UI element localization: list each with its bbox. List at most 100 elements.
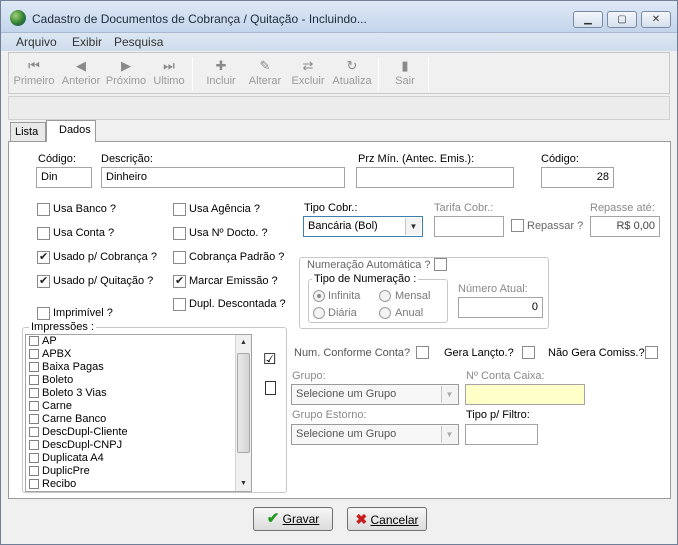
main-window: Cadastro de Documentos de Cobrança / Qui… <box>0 0 678 545</box>
refresh-icon: ↻ <box>346 58 358 73</box>
impressao-checkbox[interactable] <box>29 362 39 372</box>
impressao-checkbox[interactable] <box>29 453 39 463</box>
edit-document-icon: ✎ <box>259 58 271 73</box>
impressao-list-item[interactable]: Duplicata A4 <box>26 452 251 465</box>
impressao-list-item[interactable]: Carne <box>26 400 251 413</box>
imprimivel-checkbox[interactable] <box>37 307 50 320</box>
diaria-radio[interactable] <box>313 307 325 319</box>
toolbar-separator <box>192 57 193 91</box>
close-button[interactable]: ✕ <box>641 11 671 28</box>
impressao-list-item[interactable]: AP <box>26 335 251 348</box>
tipo-numeracao-label: Tipo de Numeração : <box>312 273 419 285</box>
menu-exibir[interactable]: Exibir <box>72 35 102 49</box>
alterar-button[interactable]: ✎ Alterar <box>245 57 285 87</box>
check-all-icon[interactable]: ☑ <box>263 350 276 368</box>
prz-min-input[interactable] <box>356 167 514 188</box>
first-icon: ⏮ <box>28 58 40 73</box>
scroll-up-icon[interactable]: ▲ <box>236 335 251 350</box>
tipo-cobr-select[interactable]: Bancária (Bol) ▼ <box>303 216 423 237</box>
mensal-radio[interactable] <box>379 290 391 302</box>
dupl-descontada-checkbox[interactable] <box>173 298 186 311</box>
next-icon: ▶ <box>121 58 131 73</box>
usa-agencia-checkbox[interactable] <box>173 203 186 216</box>
usa-ndocto-checkbox[interactable] <box>173 227 186 240</box>
descricao-input[interactable]: Dinheiro <box>101 167 345 188</box>
scroll-down-icon[interactable]: ▼ <box>236 476 251 491</box>
impressao-checkbox[interactable] <box>29 440 39 450</box>
infinita-radio[interactable] <box>313 290 325 302</box>
impressao-checkbox[interactable] <box>29 349 39 359</box>
impressao-label: Boleto <box>42 374 74 386</box>
scroll-thumb[interactable] <box>237 353 250 453</box>
numeracao-auto-checkbox[interactable] <box>434 258 447 271</box>
impressao-list-item[interactable]: APBX <box>26 348 251 361</box>
impressao-label: Baixa Pagas <box>42 361 104 373</box>
impressao-checkbox[interactable] <box>29 401 39 411</box>
impressao-list-item[interactable]: Carne Banco <box>26 413 251 426</box>
impressao-list-item[interactable]: DescDupl-CNPJ <box>26 439 251 452</box>
impressao-checkbox[interactable] <box>29 466 39 476</box>
impressao-checkbox[interactable] <box>29 414 39 424</box>
tipo-filtro-input[interactable] <box>465 424 538 445</box>
marcar-emissao-checkbox[interactable] <box>173 275 186 288</box>
maximize-button[interactable]: ▢ <box>607 11 637 28</box>
menu-pesquisa[interactable]: Pesquisa <box>114 35 163 49</box>
impressoes-list[interactable]: AP APBX Baixa Pagas Boleto Boleto 3 Vias Carn… <box>25 334 252 492</box>
gera-lancto-checkbox[interactable] <box>522 346 535 359</box>
usa-banco-label: Usa Banco ? <box>53 203 116 215</box>
repassar-checkbox[interactable] <box>511 219 524 232</box>
impressao-list-item[interactable]: Baixa Pagas <box>26 361 251 374</box>
ultimo-button[interactable]: ⏭ Ultimo <box>149 57 189 87</box>
impressao-list-item[interactable]: Recibo <box>26 478 251 491</box>
numero-atual-input[interactable]: 0 <box>458 297 543 318</box>
gravar-button[interactable]: ✔ Gravar <box>253 507 333 531</box>
tab-lista[interactable]: Lista <box>10 122 46 142</box>
incluir-button[interactable]: ✚ Incluir <box>202 57 240 87</box>
atualiza-button[interactable]: ↻ Atualiza <box>330 57 374 87</box>
proximo-button[interactable]: ▶ Próximo <box>104 57 148 87</box>
menu-arquivo[interactable]: Arquivo <box>16 35 57 49</box>
sair-button[interactable]: ▮ Sair <box>389 57 421 87</box>
cobranca-padrao-checkbox[interactable] <box>173 251 186 264</box>
impressao-checkbox[interactable] <box>29 479 39 489</box>
cobranca-padrao-label: Cobrança Padrão ? <box>189 251 285 263</box>
impressao-checkbox[interactable] <box>29 427 39 437</box>
usado-quitacao-checkbox[interactable] <box>37 275 50 288</box>
impressao-list-item[interactable]: DescDupl-Cliente <box>26 426 251 439</box>
num-conforme-checkbox[interactable] <box>416 346 429 359</box>
repasse-input[interactable]: R$ 0,00 <box>590 216 660 237</box>
usado-cobranca-checkbox[interactable] <box>37 251 50 264</box>
tab-dados[interactable]: Dados <box>46 120 96 142</box>
impressoes-scrollbar[interactable]: ▲ ▼ <box>235 335 251 491</box>
numero-atual-label: Número Atual: <box>458 283 528 295</box>
grupo-select[interactable]: Selecione um Grupo ▼ <box>291 384 459 405</box>
blank-document-icon[interactable] <box>265 381 276 395</box>
codigo-input[interactable]: Din <box>36 167 92 188</box>
impressao-checkbox[interactable] <box>29 336 39 346</box>
usa-conta-checkbox[interactable] <box>37 227 50 240</box>
anterior-button[interactable]: ◀ Anterior <box>59 57 103 87</box>
conta-caixa-input[interactable] <box>465 384 585 405</box>
impressao-list-item[interactable]: Boleto 3 Vias <box>26 387 251 400</box>
tarifa-cobr-input[interactable] <box>434 216 504 237</box>
grupo-estorno-select[interactable]: Selecione um Grupo ▼ <box>291 424 459 445</box>
impressao-list-item[interactable]: DuplicPre <box>26 465 251 478</box>
tipo-cobr-label: Tipo Cobr.: <box>304 202 358 214</box>
nao-gera-comiss-checkbox[interactable] <box>645 346 658 359</box>
codigo2-input[interactable]: 28 <box>541 167 614 188</box>
impressao-list-item[interactable]: Boleto <box>26 374 251 387</box>
impressao-checkbox[interactable] <box>29 388 39 398</box>
impressao-label: Carne Banco <box>42 413 107 425</box>
codigo-label: Código: <box>38 153 76 165</box>
anual-radio[interactable] <box>379 307 391 319</box>
usa-banco-checkbox[interactable] <box>37 203 50 216</box>
num-conforme-label: Num. Conforme Conta? <box>294 347 411 359</box>
impressao-checkbox[interactable] <box>29 375 39 385</box>
impressao-label: Carne <box>42 400 72 412</box>
impressao-label: Duplicata A4 <box>42 452 104 464</box>
primeiro-button[interactable]: ⏮ Primeiro <box>12 57 56 87</box>
minimize-button[interactable]: ▁ <box>573 11 603 28</box>
repasse-label: Repasse até: <box>590 202 655 214</box>
cancelar-button[interactable]: ✖ Cancelar <box>347 507 427 531</box>
excluir-button[interactable]: ⇄ Excluir <box>289 57 327 87</box>
